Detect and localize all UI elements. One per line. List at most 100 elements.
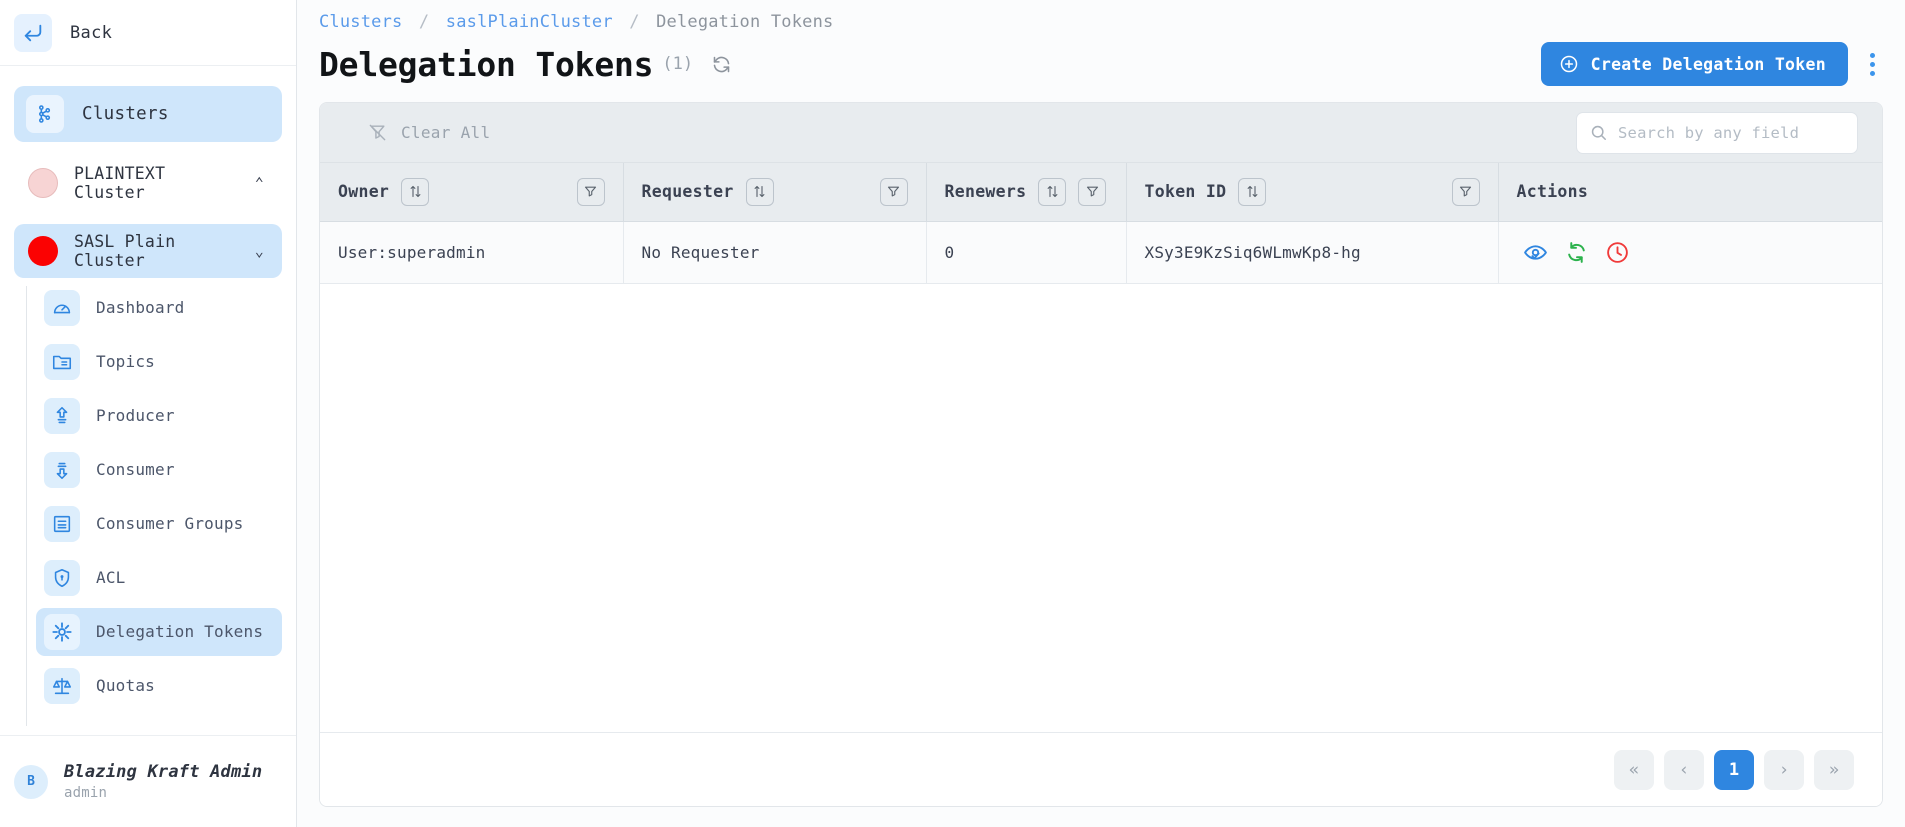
sort-owner-button[interactable] — [401, 177, 430, 206]
breadcrumb-current: Delegation Tokens — [656, 12, 834, 32]
cluster-plaintext-label: PLAINTEXT Cluster — [74, 164, 166, 202]
sidebar-item-label: Consumer — [96, 460, 175, 479]
sidebar-clusters-label: Clusters — [82, 104, 169, 124]
table-empty-space — [320, 283, 1882, 732]
item-count-badge: (1) — [662, 54, 694, 74]
shield-lock-icon — [44, 560, 80, 596]
table-header-row: Owner Requester Renewers Token ID Action… — [320, 163, 1882, 222]
group-list-icon — [44, 506, 80, 542]
view-token-icon[interactable] — [1523, 240, 1548, 265]
clear-all-label: Clear All — [401, 123, 491, 142]
title-row: Delegation Tokens (1) Create Delegation … — [319, 42, 1883, 86]
sidebar-item-label: Delegation Tokens — [96, 622, 264, 641]
page-header: Clusters / saslPlainCluster / Delegation… — [297, 0, 1905, 86]
filter-requester-button[interactable] — [879, 177, 908, 206]
sidebar-item-producer[interactable]: Producer — [36, 392, 282, 440]
pagination-next-button[interactable]: › — [1764, 749, 1804, 790]
sort-requester-button[interactable] — [745, 177, 774, 206]
sidebar: Back Clusters PLAINTEXT Cluster ⌃ SASL P… — [0, 0, 297, 827]
sort-token-id-button[interactable] — [1238, 177, 1267, 206]
breadcrumb: Clusters / saslPlainCluster / Delegation… — [319, 12, 1883, 32]
avatar: B — [14, 764, 48, 799]
sidebar-item-label: Topics — [96, 352, 155, 371]
search-input[interactable] — [1618, 123, 1845, 142]
pagination-first-button[interactable]: « — [1614, 749, 1654, 790]
sidebar-cluster-saslplain[interactable]: SASL Plain Cluster ⌄ — [14, 224, 282, 278]
filter-renewers-button[interactable] — [1078, 177, 1107, 206]
sidebar-item-label: Consumer Groups — [96, 514, 244, 533]
sidebar-item-label: Producer — [96, 406, 175, 425]
cluster-status-dot — [28, 236, 58, 266]
upload-arrow-icon — [44, 398, 80, 434]
pagination-page-1[interactable]: 1 — [1714, 749, 1754, 790]
create-button-label: Create Delegation Token — [1590, 54, 1826, 74]
expire-token-icon[interactable] — [1605, 240, 1630, 265]
column-label: Actions — [1516, 182, 1589, 202]
filter-token-id-button[interactable] — [1451, 177, 1480, 206]
sidebar-cluster-plaintext[interactable]: PLAINTEXT Cluster ⌃ — [14, 156, 282, 210]
create-delegation-token-button[interactable]: Create Delegation Token — [1540, 42, 1848, 86]
sidebar-item-quotas[interactable]: Quotas — [36, 662, 282, 710]
column-header-actions: Actions — [1498, 163, 1882, 222]
tokens-panel: Clear All Search by any field Owner Requ… — [319, 102, 1883, 807]
sidebar-item-acl[interactable]: ACL — [36, 554, 282, 602]
sidebar-item-clusters[interactable]: Clusters — [14, 86, 282, 142]
user-profile[interactable]: B Blazing Kraft Admin admin — [0, 735, 296, 827]
column-header-token-id: Token ID — [1126, 163, 1499, 222]
sort-renewers-button[interactable] — [1038, 177, 1067, 206]
token-asterisk-icon — [44, 614, 80, 650]
user-name: Blazing Kraft Admin — [64, 762, 263, 782]
sidebar-item-label: Quotas — [96, 676, 155, 695]
sidebar-item-consumer[interactable]: Consumer — [36, 446, 282, 494]
column-label: Requester — [641, 182, 734, 202]
refresh-icon[interactable] — [711, 54, 732, 75]
back-label: Back — [70, 22, 113, 43]
chevron-up-icon[interactable]: ⌃ — [255, 175, 264, 191]
breadcrumb-clusters[interactable]: Clusters — [319, 12, 402, 32]
cluster-nodes-icon — [26, 95, 64, 133]
scales-balance-icon — [44, 668, 80, 704]
table-toolbar: Clear All — [320, 103, 1882, 163]
plus-circle-icon — [1559, 54, 1579, 74]
cell-requester: No Requester — [623, 221, 927, 284]
back-button[interactable]: Back — [0, 0, 296, 66]
table-row[interactable]: User:superadmin No Requester 0 XSy3E9KzS… — [320, 221, 1882, 284]
column-label: Renewers — [944, 182, 1027, 202]
column-label: Owner — [338, 182, 390, 202]
search-box[interactable] — [1576, 111, 1858, 154]
cluster-status-dot — [28, 168, 58, 198]
clear-all-button[interactable]: Clear All — [344, 123, 490, 142]
column-header-owner: Owner — [320, 163, 624, 222]
renew-token-icon[interactable] — [1564, 240, 1589, 265]
download-arrow-icon — [44, 452, 80, 488]
filter-owner-button[interactable] — [576, 177, 605, 206]
gauge-icon — [44, 290, 80, 326]
chevron-down-icon[interactable]: ⌄ — [255, 243, 264, 259]
breadcrumb-cluster[interactable]: saslPlainCluster — [446, 12, 613, 32]
user-role: admin — [64, 785, 108, 801]
pagination-prev-button[interactable]: ‹ — [1664, 749, 1704, 790]
folder-list-icon — [44, 344, 80, 380]
pagination: « ‹ 1 › » — [320, 732, 1882, 806]
cell-renewers: 0 — [926, 221, 1127, 284]
pagination-last-button[interactable]: » — [1814, 749, 1854, 790]
breadcrumb-separator: / — [418, 12, 430, 32]
column-header-requester: Requester — [623, 163, 927, 222]
cell-actions — [1498, 221, 1882, 284]
filter-off-icon — [368, 123, 387, 142]
header-actions: Create Delegation Token — [1540, 42, 1883, 86]
sidebar-item-delegation-tokens[interactable]: Delegation Tokens — [36, 608, 282, 656]
more-vertical-icon[interactable] — [1862, 47, 1883, 82]
cell-token-id: XSy3E9KzSiq6WLmwKp8-hg — [1126, 221, 1499, 284]
page-title: Delegation Tokens — [319, 44, 654, 84]
sidebar-item-consumer-groups[interactable]: Consumer Groups — [36, 500, 282, 548]
cell-owner: User:superadmin — [320, 221, 624, 284]
delegation-tokens-table: Owner Requester Renewers Token ID Action… — [320, 163, 1882, 284]
cluster-saslplain-label: SASL Plain Cluster — [74, 232, 176, 270]
column-label: Token ID — [1144, 182, 1227, 202]
sidebar-item-topics[interactable]: Topics — [36, 338, 282, 386]
sidebar-item-label: ACL — [96, 568, 126, 587]
sidebar-nav: Clusters PLAINTEXT Cluster ⌃ SASL Plain … — [0, 66, 296, 735]
arrow-left-enter-icon — [14, 13, 52, 52]
sidebar-item-dashboard[interactable]: Dashboard — [36, 284, 282, 332]
